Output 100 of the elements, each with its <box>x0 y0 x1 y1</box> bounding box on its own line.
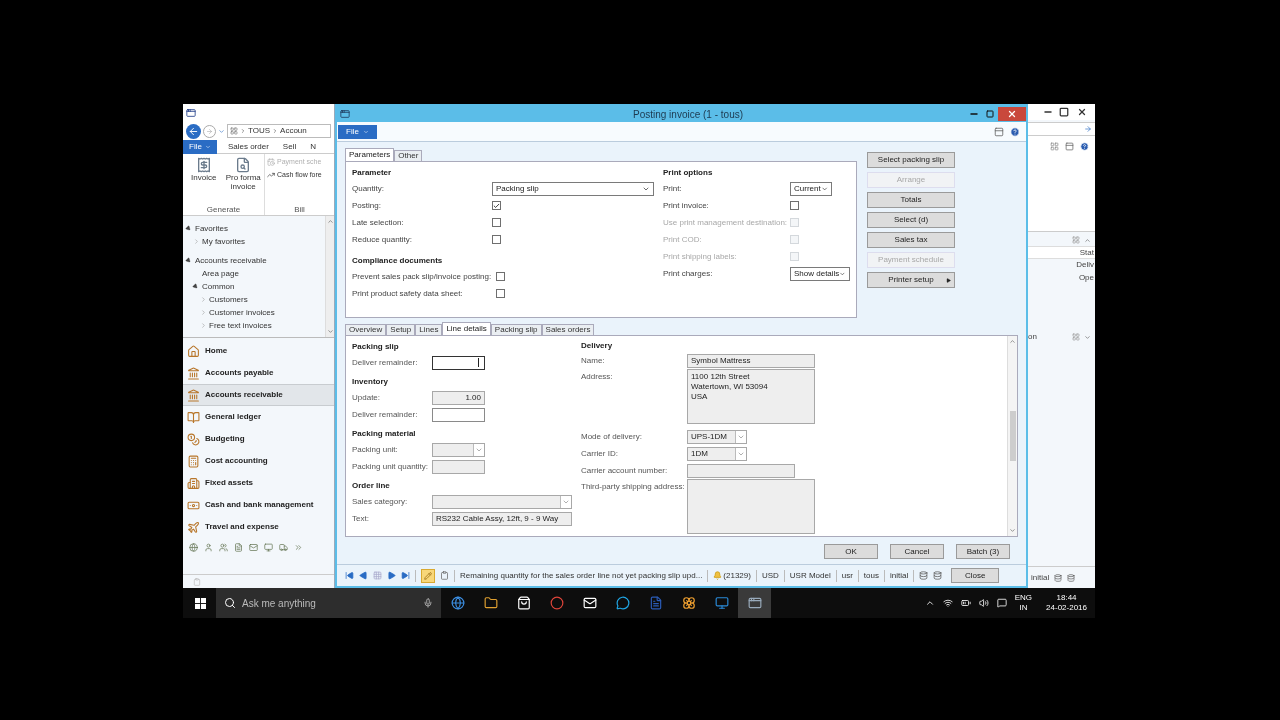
file-menu[interactable]: File <box>338 124 377 139</box>
last-record-icon[interactable] <box>401 571 410 580</box>
breadcrumb-item[interactable]: Accoun <box>280 125 307 137</box>
database-icon[interactable] <box>919 571 929 580</box>
expanded-triangle-icon[interactable] <box>191 282 200 291</box>
tab[interactable]: Parameters <box>345 148 395 161</box>
database-icon[interactable] <box>933 571 943 580</box>
scroll-up-icon[interactable] <box>326 218 334 225</box>
battery-icon[interactable] <box>960 598 971 608</box>
tree-item[interactable]: Free text invoices <box>209 319 272 332</box>
clock-date[interactable]: 24-02-2016 <box>1046 603 1087 613</box>
input-field[interactable]: RS232 Cable Assy, 12ft, 9 - 9 Way <box>432 511 573 526</box>
checkbox[interactable] <box>496 289 505 298</box>
database-icon[interactable] <box>1054 573 1063 582</box>
checkbox[interactable] <box>492 201 501 210</box>
scrollbar[interactable] <box>1007 336 1017 536</box>
clipboard-icon[interactable] <box>440 571 449 580</box>
breadcrumb-item[interactable]: TOUS <box>248 125 271 137</box>
collapse-icon[interactable] <box>1084 236 1091 244</box>
bell-icon[interactable] <box>713 571 723 580</box>
language-label[interactable]: ENG <box>1014 593 1033 603</box>
action-button[interactable]: Totals <box>867 192 955 208</box>
action-button[interactable]: Sales tax <box>867 232 955 248</box>
grid-icon[interactable] <box>373 571 382 580</box>
action-button[interactable]: Select packing slip <box>867 152 955 168</box>
checkbox[interactable] <box>492 218 501 227</box>
mail-icon[interactable] <box>249 542 258 552</box>
dialog-button[interactable]: Cancel <box>890 544 944 559</box>
module-item[interactable]: Fixed assets <box>183 472 334 494</box>
ribbon-tab[interactable]: N <box>307 140 319 153</box>
dropdown[interactable]: Packing slip <box>492 181 654 196</box>
input-field[interactable] <box>432 459 485 474</box>
tree-item[interactable]: Area page <box>202 267 239 280</box>
previous-record-icon[interactable] <box>359 571 368 580</box>
dropdown[interactable]: Current <box>790 181 832 196</box>
checkbox[interactable] <box>492 235 501 244</box>
dialog-button[interactable]: OK <box>824 544 878 559</box>
restore-icon[interactable] <box>1057 107 1071 117</box>
input-field[interactable]: Symbol Mattress <box>687 353 815 368</box>
dialog-button[interactable]: Batch (3) <box>956 544 1010 559</box>
notification-count[interactable]: (21329) <box>723 569 751 582</box>
panel-icon[interactable] <box>1065 142 1074 151</box>
globe-icon[interactable] <box>189 542 198 552</box>
column-header[interactable]: Stat <box>1028 246 1095 259</box>
module-item[interactable]: Accounts receivable <box>183 384 334 406</box>
next-record-icon[interactable] <box>387 571 396 580</box>
truck-icon[interactable] <box>279 542 288 552</box>
module-item[interactable]: General ledger <box>183 406 334 428</box>
dropdown[interactable]: UPS-1DM <box>687 429 748 444</box>
wifi-icon[interactable] <box>942 598 953 608</box>
module-item[interactable]: Budgeting <box>183 428 334 450</box>
tree-item[interactable]: Accounts receivable <box>195 254 267 267</box>
expanded-triangle-icon[interactable] <box>184 224 193 233</box>
volume-icon[interactable] <box>978 598 989 608</box>
clock-time[interactable]: 18:44 <box>1056 593 1077 603</box>
scroll-thumb[interactable] <box>1009 411 1016 461</box>
tab[interactable]: Line details <box>442 322 491 335</box>
text-area[interactable]: 1100 12th Street Watertown, WI 53094 USA <box>687 369 815 424</box>
input-field[interactable]: 1.00 <box>432 390 485 405</box>
back-icon[interactable] <box>186 123 201 139</box>
expanded-triangle-icon[interactable] <box>184 256 193 265</box>
scroll-up-icon[interactable] <box>1009 338 1016 345</box>
layout-icon[interactable] <box>1072 236 1080 244</box>
region-label[interactable]: IN <box>1019 603 1028 613</box>
scrollbar[interactable] <box>325 216 334 337</box>
ribbon-tab[interactable]: Sell <box>279 140 300 153</box>
first-record-icon[interactable] <box>345 571 354 580</box>
layout-icon[interactable] <box>1072 333 1080 341</box>
database-icon[interactable] <box>1067 573 1076 582</box>
scroll-down-icon[interactable] <box>1009 527 1016 534</box>
input-field[interactable] <box>687 463 795 478</box>
checkbox[interactable] <box>496 272 505 281</box>
users-icon[interactable] <box>219 542 228 552</box>
monitor-icon[interactable] <box>264 542 273 552</box>
ribbon-button[interactable]: Invoice <box>185 157 223 204</box>
dropdown[interactable]: 1DM <box>687 446 748 461</box>
action-button[interactable]: Printer setup <box>867 272 955 288</box>
layout-icon[interactable] <box>1050 142 1059 151</box>
help-icon[interactable] <box>1010 126 1020 137</box>
expand-icon[interactable] <box>1084 333 1091 341</box>
text-area[interactable] <box>687 479 815 534</box>
document-icon[interactable] <box>234 542 243 552</box>
action-button[interactable]: Select (d) <box>867 212 955 228</box>
user-icon[interactable] <box>204 542 213 552</box>
address-bar[interactable]: TOUS Accoun <box>227 124 331 138</box>
input-field[interactable] <box>432 355 485 370</box>
dropdown[interactable] <box>432 442 485 457</box>
module-item[interactable]: Travel and expense <box>183 516 334 538</box>
module-item[interactable]: Cash and bank management <box>183 494 334 516</box>
dropdown[interactable] <box>432 494 573 509</box>
scroll-down-icon[interactable] <box>326 328 334 335</box>
search-field[interactable]: Ask me anything <box>216 588 441 618</box>
module-item[interactable]: Home <box>183 340 334 362</box>
more-icon[interactable] <box>294 542 303 552</box>
tree-item[interactable]: Common <box>202 280 235 293</box>
input-field[interactable] <box>432 407 485 422</box>
module-item[interactable]: Cost accounting <box>183 450 334 472</box>
history-dropdown-icon[interactable] <box>218 127 225 135</box>
panel-icon[interactable] <box>994 126 1004 137</box>
dropdown[interactable]: Show details <box>790 266 850 281</box>
